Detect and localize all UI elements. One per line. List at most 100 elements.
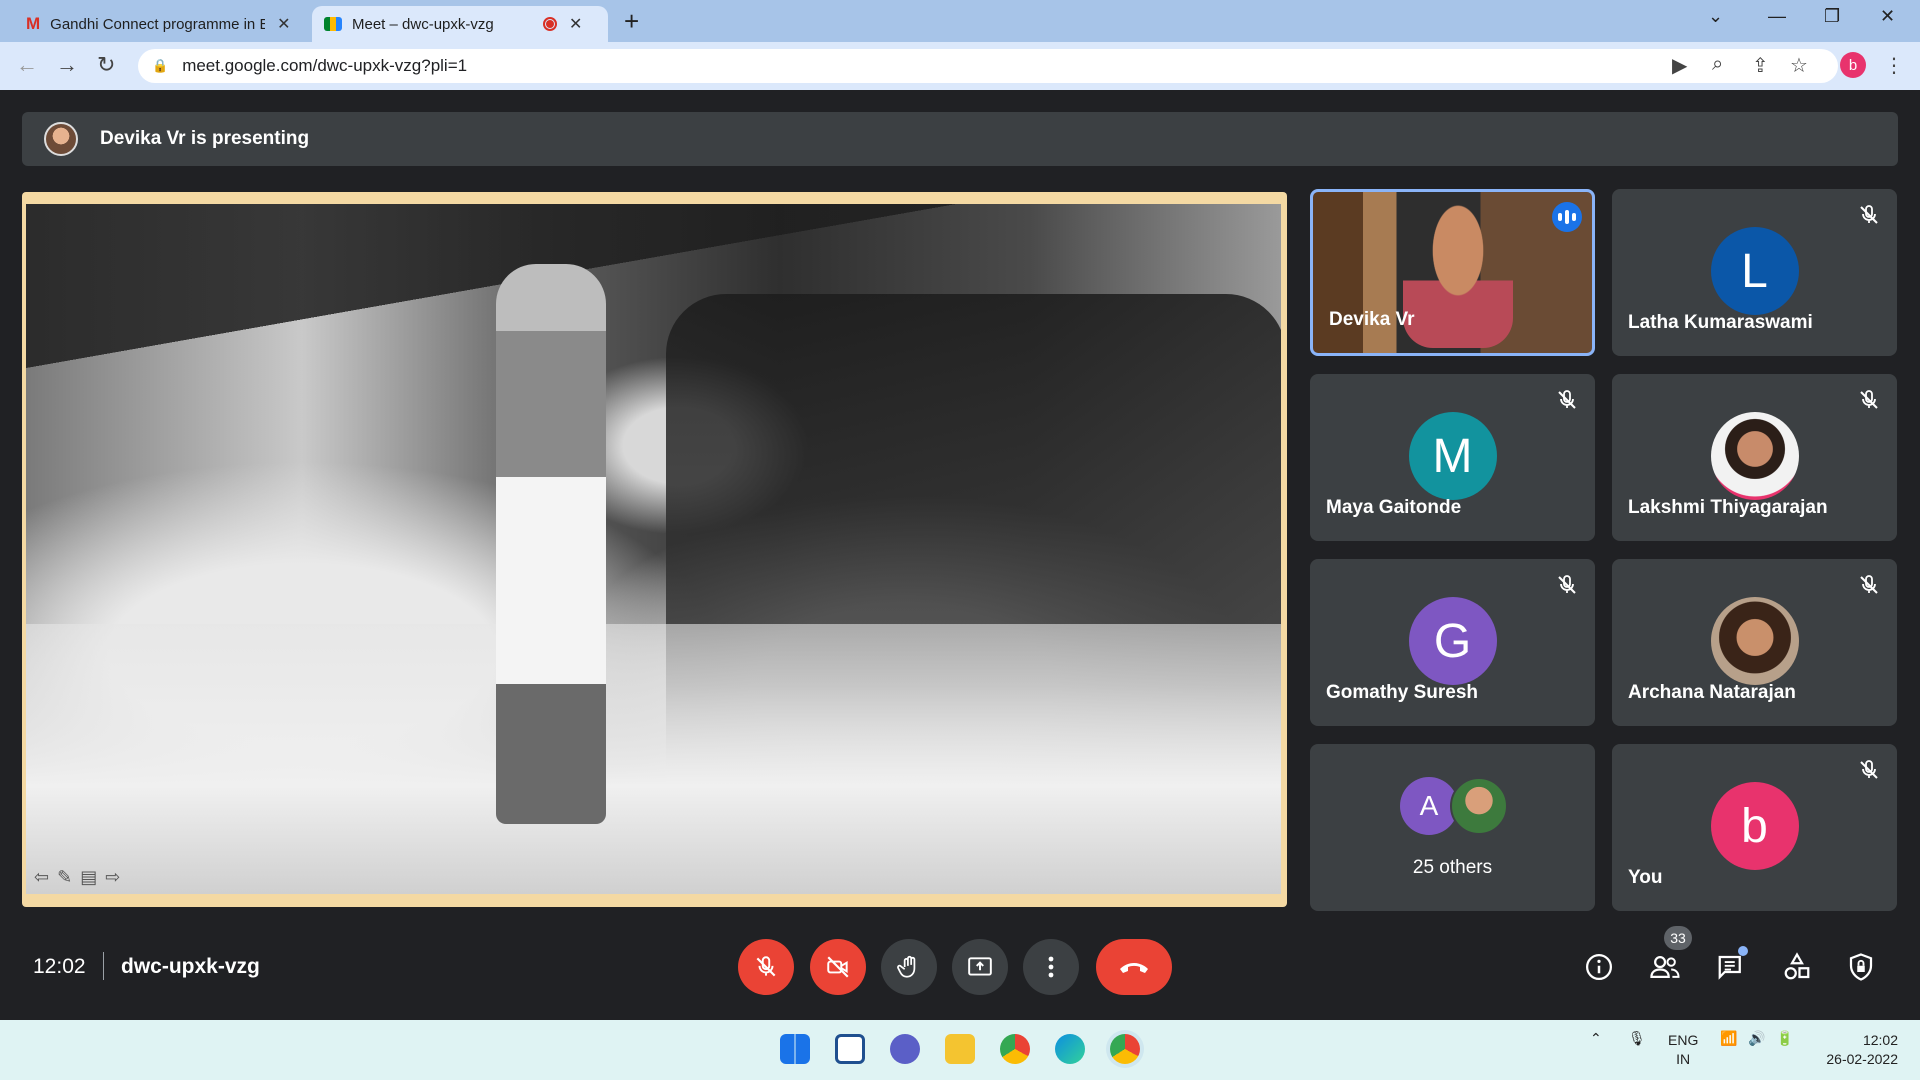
mic-off-icon bbox=[1860, 575, 1878, 594]
tab-search-icon[interactable]: ⌄ bbox=[1708, 6, 1723, 27]
tab-meet[interactable]: Meet – dwc-upxk-vzg ✕ bbox=[312, 6, 608, 42]
leave-call-button[interactable] bbox=[1096, 939, 1172, 995]
avatar bbox=[1710, 412, 1799, 500]
close-tab-icon[interactable]: ✕ bbox=[277, 14, 290, 34]
participant-name: You bbox=[1628, 867, 1663, 888]
minimize-button[interactable]: — bbox=[1768, 6, 1786, 27]
teams-chat-icon[interactable] bbox=[890, 1034, 920, 1064]
language-indicator[interactable]: ENG IN bbox=[1668, 1031, 1698, 1069]
language-code: ENG bbox=[1668, 1032, 1699, 1048]
next-slide-icon[interactable]: ⇨ bbox=[105, 867, 128, 887]
slide-toolbar[interactable]: ⇦✎▤⇨ bbox=[34, 867, 128, 888]
participant-video bbox=[1403, 198, 1513, 348]
mic-toggle-button[interactable] bbox=[738, 939, 794, 995]
new-tab-button[interactable]: + bbox=[624, 6, 639, 37]
tab-gmail[interactable]: M Gandhi Connect programme in B ✕ bbox=[14, 6, 314, 42]
wifi-icon[interactable]: 📶 bbox=[1720, 1030, 1737, 1047]
tab-title: Meet – dwc-upxk-vzg bbox=[352, 15, 494, 33]
presenter-avatar bbox=[44, 122, 78, 156]
lock-icon[interactable]: 🔒 bbox=[152, 58, 168, 74]
mic-off-icon bbox=[1860, 390, 1878, 409]
phone-hangup-icon bbox=[1120, 963, 1148, 973]
task-view-icon[interactable] bbox=[835, 1034, 865, 1064]
participant-tile-latha[interactable]: L Latha Kumaraswami bbox=[1612, 189, 1897, 356]
tab-bar: M Gandhi Connect programme in B ✕ Meet –… bbox=[0, 0, 1920, 42]
mic-off-icon bbox=[1860, 760, 1878, 779]
presenting-banner: Devika Vr is presenting bbox=[22, 112, 1898, 166]
present-icon bbox=[968, 957, 992, 976]
notes-icon[interactable]: ▤ bbox=[80, 867, 105, 887]
people-button[interactable] bbox=[1648, 950, 1682, 984]
file-explorer-icon[interactable] bbox=[945, 1034, 975, 1064]
participant-name: Latha Kumaraswami bbox=[1628, 312, 1813, 333]
shield-lock-icon bbox=[1849, 953, 1873, 981]
participant-count-badge: 33 bbox=[1664, 926, 1692, 950]
bookmark-star-icon[interactable]: ☆ bbox=[1790, 53, 1808, 78]
back-button[interactable]: ← bbox=[16, 52, 38, 78]
participant-tile-archana[interactable]: Archana Natarajan bbox=[1612, 559, 1897, 726]
chrome-icon[interactable] bbox=[1000, 1034, 1030, 1064]
avatar: M bbox=[1408, 412, 1497, 500]
url-input[interactable]: 🔒 meet.google.com/dwc-upxk-vzg?pli=1 bbox=[138, 49, 1838, 83]
raise-hand-button[interactable] bbox=[881, 939, 937, 995]
participant-name: Devika Vr bbox=[1329, 309, 1415, 330]
present-screen-button[interactable] bbox=[952, 939, 1008, 995]
close-tab-icon[interactable]: ✕ bbox=[569, 14, 582, 34]
host-controls-button[interactable] bbox=[1844, 950, 1878, 984]
gmail-icon: M bbox=[26, 14, 41, 33]
participant-name: Lakshmi Thiyagarajan bbox=[1628, 497, 1828, 518]
avatar: b bbox=[1710, 782, 1799, 870]
participant-tile-you[interactable]: b You bbox=[1612, 744, 1897, 911]
mic-off-icon bbox=[756, 956, 776, 977]
pen-icon[interactable]: ✎ bbox=[57, 867, 80, 887]
avatar bbox=[1710, 597, 1799, 685]
participant-name: Maya Gaitonde bbox=[1326, 497, 1462, 518]
participant-tile-devika[interactable]: Devika Vr bbox=[1310, 189, 1595, 356]
participant-tile-maya[interactable]: M Maya Gaitonde bbox=[1310, 374, 1595, 541]
more-options-button[interactable] bbox=[1023, 939, 1079, 995]
close-window-button[interactable]: ✕ bbox=[1880, 6, 1895, 27]
chat-unread-dot bbox=[1738, 946, 1748, 956]
tray-chevron-icon[interactable]: ⌃ bbox=[1590, 1030, 1602, 1047]
menu-kebab-icon[interactable]: ⋮ bbox=[1884, 53, 1904, 78]
shapes-icon bbox=[1784, 952, 1810, 980]
region-code: IN bbox=[1676, 1051, 1691, 1067]
date-text: 26-02-2022 bbox=[1826, 1051, 1898, 1067]
address-bar: ← → ↻ 🔒 meet.google.com/dwc-upxk-vzg?pli… bbox=[0, 42, 1920, 90]
hand-icon bbox=[897, 955, 916, 978]
profile-avatar[interactable]: b bbox=[1840, 52, 1866, 78]
microphone-tray-icon[interactable]: 🎙 bbox=[1628, 1030, 1646, 1047]
forward-button[interactable]: → bbox=[56, 52, 78, 78]
participant-tile-others[interactable]: A 25 others bbox=[1310, 744, 1595, 911]
prev-slide-icon[interactable]: ⇦ bbox=[34, 867, 57, 887]
camera-toggle-button[interactable] bbox=[810, 939, 866, 995]
others-count: 25 others bbox=[1412, 857, 1493, 878]
battery-icon[interactable]: 🔋 bbox=[1776, 1030, 1793, 1047]
windows-start-icon[interactable] bbox=[780, 1034, 810, 1064]
more-vert-icon bbox=[1048, 956, 1054, 978]
meeting-info-button[interactable] bbox=[1582, 950, 1616, 984]
chrome-profile-icon[interactable] bbox=[1110, 1034, 1140, 1064]
participant-tile-lakshmi[interactable]: Lakshmi Thiyagarajan bbox=[1612, 374, 1897, 541]
chat-icon bbox=[1718, 955, 1741, 980]
share-icon[interactable]: ⇪ bbox=[1752, 53, 1769, 78]
edge-icon[interactable] bbox=[1055, 1034, 1085, 1064]
restore-button[interactable]: ❐ bbox=[1824, 6, 1840, 27]
meeting-code: dwc-upxk-vzg bbox=[121, 955, 260, 978]
url-text: meet.google.com/dwc-upxk-vzg?pli=1 bbox=[182, 56, 468, 75]
avatar: G bbox=[1408, 597, 1497, 685]
activities-button[interactable] bbox=[1780, 950, 1814, 984]
time-text: 12:02 bbox=[1862, 1032, 1898, 1048]
participant-name: Archana Natarajan bbox=[1628, 682, 1796, 703]
people-icon bbox=[1650, 956, 1680, 978]
volume-icon[interactable]: 🔊 bbox=[1748, 1030, 1765, 1047]
system-clock[interactable]: 12:02 26-02-2022 bbox=[1818, 1031, 1898, 1069]
shared-screen[interactable]: ⇦✎▤⇨ bbox=[22, 192, 1287, 907]
reload-button[interactable]: ↻ bbox=[97, 52, 115, 78]
participant-name: Gomathy Suresh bbox=[1326, 682, 1479, 703]
photo-figure bbox=[496, 264, 606, 824]
slide-photo: ⇦✎▤⇨ bbox=[26, 204, 1281, 894]
participant-tile-gomathy[interactable]: G Gomathy Suresh bbox=[1310, 559, 1595, 726]
camera-icon[interactable]: ▶ bbox=[1672, 53, 1687, 78]
zoom-icon[interactable]: ⌕ bbox=[1712, 53, 1723, 76]
